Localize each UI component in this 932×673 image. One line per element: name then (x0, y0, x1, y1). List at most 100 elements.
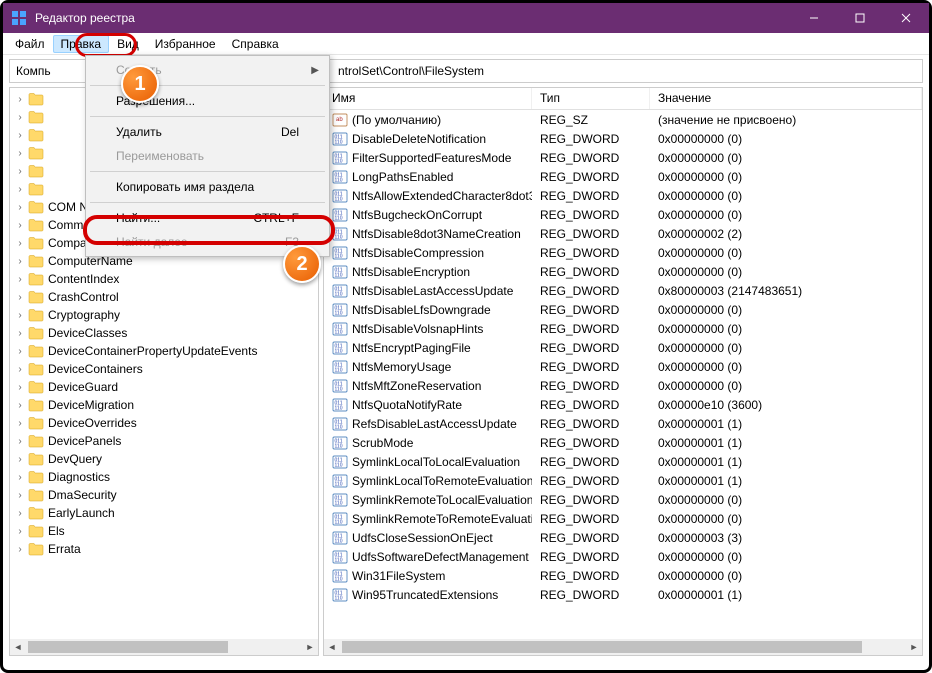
tree-row[interactable]: ›DmaSecurity (12, 486, 318, 504)
expand-icon[interactable]: › (14, 508, 26, 519)
list-row[interactable]: 011110NtfsBugcheckOnCorruptREG_DWORD0x00… (324, 205, 922, 224)
expand-icon[interactable]: › (14, 256, 26, 267)
annotation-badge-2: 2 (283, 245, 321, 283)
tree-row[interactable]: ›DeviceClasses (12, 324, 318, 342)
list-row[interactable]: 011110NtfsEncryptPagingFileREG_DWORD0x00… (324, 338, 922, 357)
list-row[interactable]: 011110SymlinkRemoteToRemoteEvaluationREG… (324, 509, 922, 528)
menu-file[interactable]: Файл (7, 35, 53, 53)
list-row[interactable]: 011110NtfsDisableEncryptionREG_DWORD0x00… (324, 262, 922, 281)
tree-row[interactable]: ›DeviceMigration (12, 396, 318, 414)
column-value[interactable]: Значение (650, 88, 922, 109)
expand-icon[interactable]: › (14, 454, 26, 465)
expand-icon[interactable]: › (14, 112, 26, 123)
expand-icon[interactable]: › (14, 526, 26, 537)
list-row[interactable]: 011110RefsDisableLastAccessUpdateREG_DWO… (324, 414, 922, 433)
tree-row[interactable]: ›ContentIndex (12, 270, 318, 288)
list-row[interactable]: 011110Win31FileSystemREG_DWORD0x00000000… (324, 566, 922, 585)
tree-row[interactable]: ›DevQuery (12, 450, 318, 468)
expand-icon[interactable]: › (14, 184, 26, 195)
expand-icon[interactable]: › (14, 436, 26, 447)
menu-rename[interactable]: Переименовать (88, 144, 327, 168)
expand-icon[interactable]: › (14, 166, 26, 177)
tree-row[interactable]: ›DeviceContainerPropertyUpdateEvents (12, 342, 318, 360)
tree-row[interactable]: ›DeviceGuard (12, 378, 318, 396)
list-horizontal-scrollbar[interactable]: ◄ ► (324, 639, 922, 655)
expand-icon[interactable]: › (14, 364, 26, 375)
value-data: 0x00000000 (0) (650, 132, 922, 146)
dword-value-icon: 011110 (332, 283, 348, 299)
menu-copy-key-name[interactable]: Копировать имя раздела (88, 175, 327, 199)
list-row[interactable]: 011110DisableDeleteNotificationREG_DWORD… (324, 129, 922, 148)
expand-icon[interactable]: › (14, 472, 26, 483)
list-pane[interactable]: Имя Тип Значение ab(По умолчанию)REG_SZ(… (323, 87, 923, 656)
list-row[interactable]: 011110NtfsQuotaNotifyRateREG_DWORD0x0000… (324, 395, 922, 414)
menu-favorites[interactable]: Избранное (147, 35, 224, 53)
menu-delete[interactable]: Удалить Del (88, 120, 327, 144)
folder-icon (28, 398, 44, 412)
list-row[interactable]: 011110NtfsDisableCompressionREG_DWORD0x0… (324, 243, 922, 262)
expand-icon[interactable]: › (14, 274, 26, 285)
expand-icon[interactable]: › (14, 148, 26, 159)
tree-row[interactable]: ›DeviceContainers (12, 360, 318, 378)
list-row[interactable]: 011110LongPathsEnabledREG_DWORD0x0000000… (324, 167, 922, 186)
tree-row[interactable]: ›Errata (12, 540, 318, 558)
list-row[interactable]: 011110UdfsCloseSessionOnEjectREG_DWORD0x… (324, 528, 922, 547)
list-row[interactable]: 011110NtfsAllowExtendedCharacter8dot3...… (324, 186, 922, 205)
list-row[interactable]: ab(По умолчанию)REG_SZ(значение не присв… (324, 110, 922, 129)
scroll-right-icon[interactable]: ► (906, 639, 922, 655)
scroll-left-icon[interactable]: ◄ (10, 639, 26, 655)
tree-row[interactable]: ›EarlyLaunch (12, 504, 318, 522)
list-row[interactable]: 011110SymlinkLocalToRemoteEvaluationREG_… (324, 471, 922, 490)
tree-row[interactable]: ›DevicePanels (12, 432, 318, 450)
tree-horizontal-scrollbar[interactable]: ◄ ► (10, 639, 318, 655)
list-row[interactable]: 011110FilterSupportedFeaturesModeREG_DWO… (324, 148, 922, 167)
column-type[interactable]: Тип (532, 88, 650, 109)
expand-icon[interactable]: › (14, 328, 26, 339)
list-row[interactable]: 011110UdfsSoftwareDefectManagementREG_DW… (324, 547, 922, 566)
list-row[interactable]: 011110NtfsDisable8dot3NameCreationREG_DW… (324, 224, 922, 243)
folder-icon (28, 182, 44, 196)
expand-icon[interactable]: › (14, 292, 26, 303)
expand-icon[interactable]: › (14, 346, 26, 357)
expand-icon[interactable]: › (14, 490, 26, 501)
menu-view[interactable]: Вид (109, 35, 147, 53)
expand-icon[interactable]: › (14, 310, 26, 321)
menu-find[interactable]: Найти... CTRL+F (88, 206, 327, 230)
expand-icon[interactable]: › (14, 418, 26, 429)
list-row[interactable]: 011110NtfsMemoryUsageREG_DWORD0x00000000… (324, 357, 922, 376)
tree-row[interactable]: ›Els (12, 522, 318, 540)
expand-icon[interactable]: › (14, 544, 26, 555)
minimize-button[interactable] (791, 3, 837, 33)
list-row[interactable]: 011110SymlinkLocalToLocalEvaluationREG_D… (324, 452, 922, 471)
expand-icon[interactable]: › (14, 382, 26, 393)
tree-row[interactable]: ›DeviceOverrides (12, 414, 318, 432)
menu-edit[interactable]: Правка (53, 35, 110, 53)
maximize-button[interactable] (837, 3, 883, 33)
expand-icon[interactable]: › (14, 94, 26, 105)
expand-icon[interactable]: › (14, 220, 26, 231)
scroll-left-icon[interactable]: ◄ (324, 639, 340, 655)
menu-help[interactable]: Справка (224, 35, 287, 53)
value-name: NtfsDisable8dot3NameCreation (352, 227, 521, 241)
value-name: DisableDeleteNotification (352, 132, 486, 146)
list-row[interactable]: 011110Win95TruncatedExtensionsREG_DWORD0… (324, 585, 922, 604)
scroll-right-icon[interactable]: ► (302, 639, 318, 655)
svg-text:110: 110 (335, 424, 343, 430)
value-type: REG_DWORD (532, 227, 650, 241)
value-data: 0x00000001 (1) (650, 588, 922, 602)
tree-row[interactable]: ›CrashControl (12, 288, 318, 306)
list-row[interactable]: 011110SymlinkRemoteToLocalEvaluationREG_… (324, 490, 922, 509)
expand-icon[interactable]: › (14, 130, 26, 141)
column-name[interactable]: Имя (324, 88, 532, 109)
list-row[interactable]: 011110NtfsDisableLfsDowngradeREG_DWORD0x… (324, 300, 922, 319)
close-button[interactable] (883, 3, 929, 33)
expand-icon[interactable]: › (14, 202, 26, 213)
tree-row[interactable]: ›Diagnostics (12, 468, 318, 486)
list-row[interactable]: 011110ScrubModeREG_DWORD0x00000001 (1) (324, 433, 922, 452)
list-row[interactable]: 011110NtfsDisableVolsnapHintsREG_DWORD0x… (324, 319, 922, 338)
tree-row[interactable]: ›Cryptography (12, 306, 318, 324)
list-row[interactable]: 011110NtfsDisableLastAccessUpdateREG_DWO… (324, 281, 922, 300)
list-row[interactable]: 011110NtfsMftZoneReservationREG_DWORD0x0… (324, 376, 922, 395)
expand-icon[interactable]: › (14, 238, 26, 249)
expand-icon[interactable]: › (14, 400, 26, 411)
